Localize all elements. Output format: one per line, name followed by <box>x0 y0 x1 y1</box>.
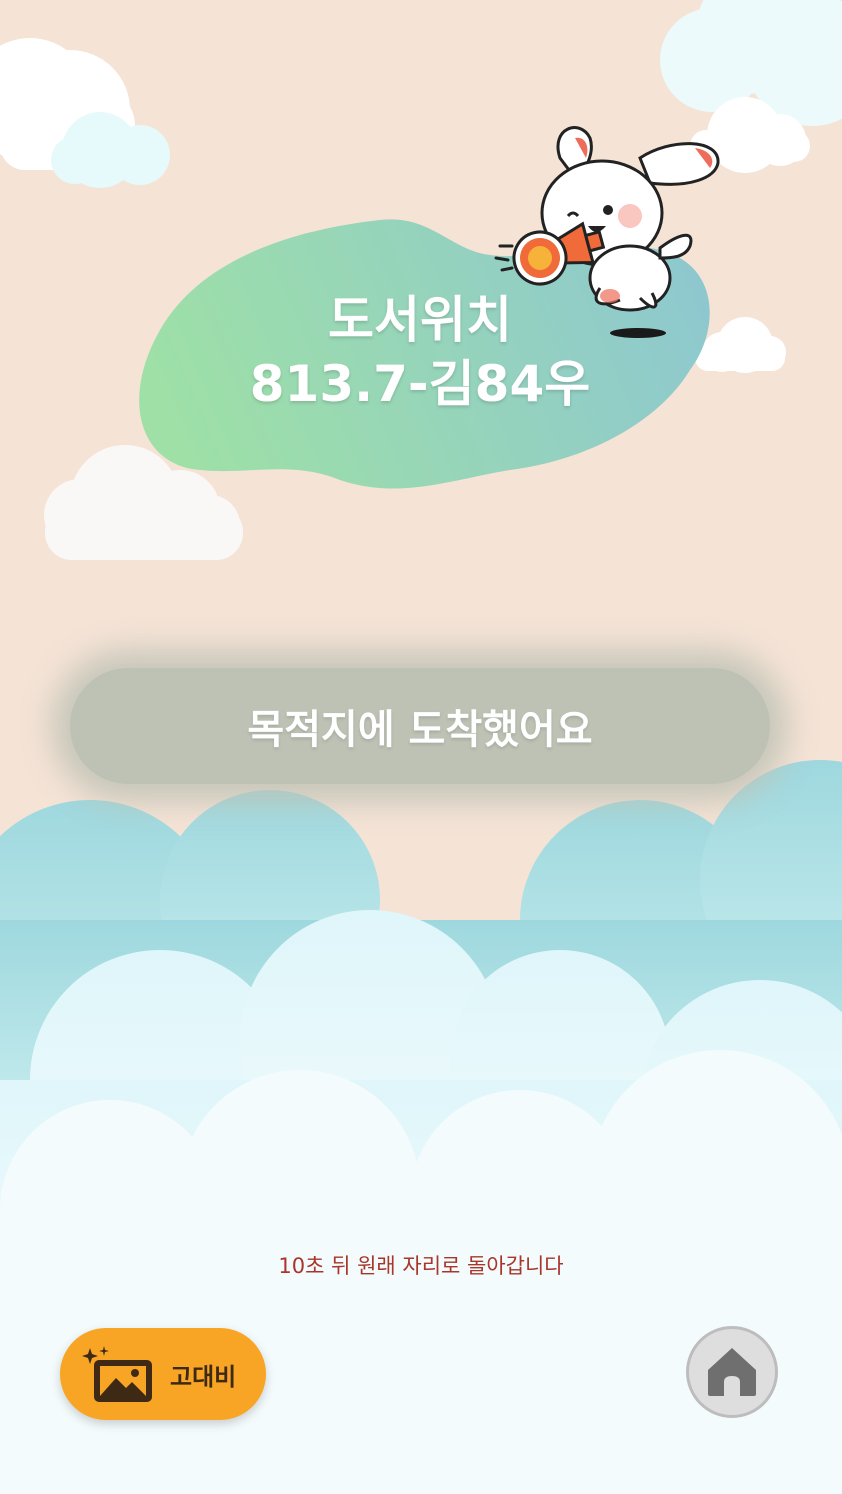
high-contrast-button[interactable]: 고대비 <box>60 1328 266 1420</box>
arrival-message: 목적지에 도착했어요 <box>247 707 593 753</box>
countdown-message: 10초 뒤 원래 자리로 돌아갑니다 <box>278 1254 564 1278</box>
call-number: 813.7-김84우 <box>249 355 591 413</box>
kiosk-screen: 도서위치 813.7-김84우 목적지에 도착했어요 10초 뒤 원래 자리로 … <box>0 0 842 1494</box>
location-title: 도서위치 <box>328 291 512 349</box>
arrival-banner: 목적지에 도착했어요 <box>70 668 770 784</box>
book-location: 도서위치 813.7-김84우 <box>150 288 690 416</box>
high-contrast-image-icon <box>82 1346 152 1402</box>
high-contrast-label: 고대비 <box>170 1362 237 1391</box>
home-icon <box>708 1348 756 1396</box>
home-button[interactable] <box>686 1326 778 1418</box>
